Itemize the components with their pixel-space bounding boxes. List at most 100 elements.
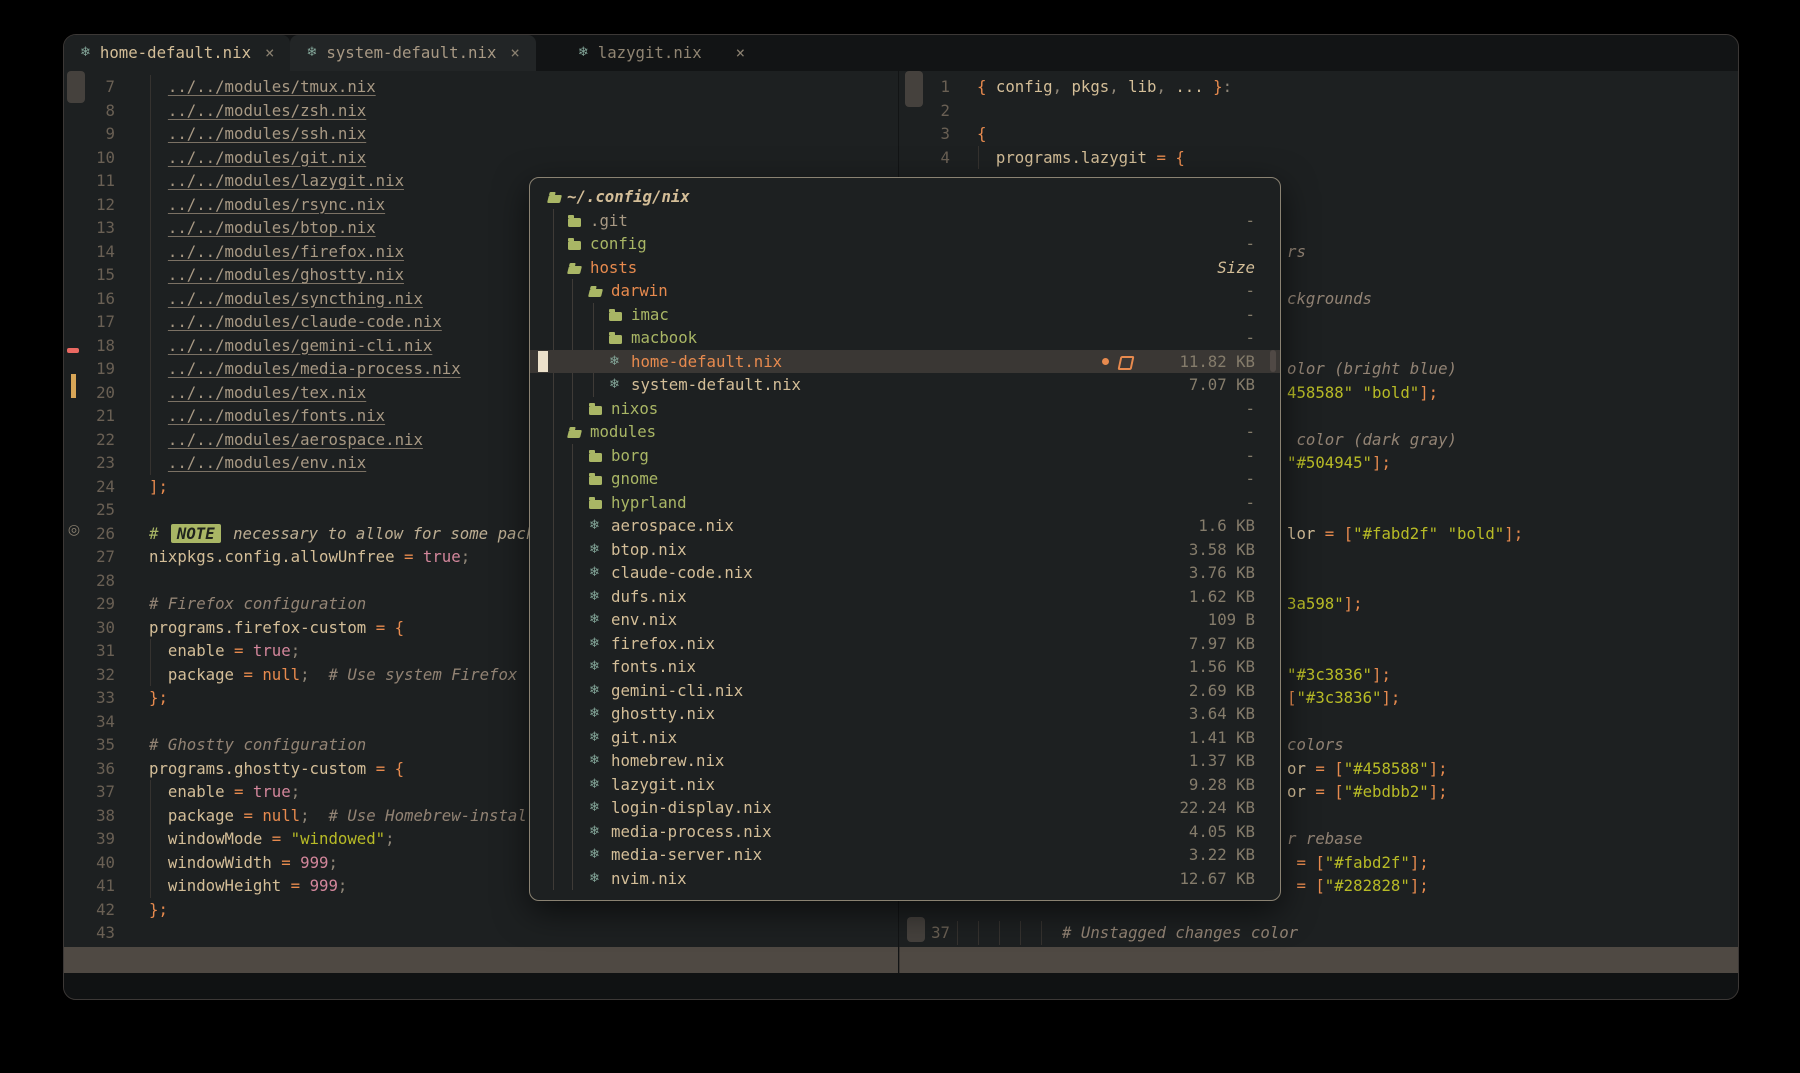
tree-item-size: - — [1246, 491, 1255, 515]
tree-item-btop-nix[interactable]: ❄btop.nix3.58 KB — [530, 538, 1280, 562]
tree-item-modules[interactable]: modules- — [530, 420, 1280, 444]
tree-item-firefox-nix[interactable]: ❄firefox.nix7.97 KB — [530, 632, 1280, 656]
tree-item-gemini-cli-nix[interactable]: ❄gemini-cli.nix2.69 KB — [530, 679, 1280, 703]
folder-open-icon — [567, 266, 582, 274]
open-buffer-icon — [1118, 356, 1135, 370]
tree-item-darwin[interactable]: darwin- — [530, 279, 1280, 303]
line-number: 18 — [64, 334, 115, 358]
tree-item-label: system-default.nix — [631, 373, 801, 397]
nix-snowflake-icon: ❄ — [306, 35, 317, 71]
tab-system-default-nix[interactable]: ❄system-default.nix × — [290, 35, 535, 71]
tree-item-label: nvim.nix — [611, 867, 687, 891]
nix-snowflake-icon: ❄ — [80, 35, 91, 71]
line-number: 4 — [899, 146, 950, 170]
tree-item-label: config — [590, 232, 647, 256]
git-removed-lines-mark — [67, 348, 79, 353]
tree-item-config[interactable]: config - — [530, 232, 1280, 256]
tree-item-borg[interactable]: borg- — [530, 444, 1280, 468]
tree-item-size: 9.28 KB — [1189, 773, 1255, 797]
tree-item-size: - — [1246, 303, 1255, 327]
folder-icon — [568, 218, 581, 227]
code-line[interactable]: 43 — [64, 921, 898, 945]
tree-item-label: dufs.nix — [611, 585, 687, 609]
tree-item-label: login-display.nix — [611, 796, 772, 820]
line-number: 16 — [64, 287, 115, 311]
line-number: 17 — [64, 310, 115, 334]
tree-item-fonts-nix[interactable]: ❄fonts.nix1.56 KB — [530, 655, 1280, 679]
modified-dot-icon — [1102, 358, 1109, 365]
tree-item-homebrew-nix[interactable]: ❄homebrew.nix1.37 KB — [530, 749, 1280, 773]
tree-item-nvim-nix[interactable]: ❄nvim.nix12.67 KB — [530, 867, 1280, 891]
left-scrollbar-thumb[interactable] — [67, 71, 85, 103]
neotree-root-path: ~/.config/nix — [567, 185, 690, 209]
tree-item-imac[interactable]: imac- — [530, 303, 1280, 327]
line-number: 23 — [64, 451, 115, 475]
line-number: 32 — [64, 663, 115, 687]
tree-item-system-default-nix[interactable]: ❄system-default.nix7.07 KB — [530, 373, 1280, 397]
tree-item-env-nix[interactable]: ❄env.nix109 B — [530, 608, 1280, 632]
nix-file-icon: ❄ — [589, 796, 600, 820]
nix-file-icon: ❄ — [589, 561, 600, 585]
tree-item-media-process-nix[interactable]: ❄media-process.nix4.05 KB — [530, 820, 1280, 844]
tree-item-label: aerospace.nix — [611, 514, 734, 538]
neotree-popup[interactable]: ~/.config/nix Size .git-config-hosts-dar… — [529, 177, 1281, 901]
tree-item--git[interactable]: .git- — [530, 209, 1280, 233]
line-number: 39 — [64, 827, 115, 851]
tree-item-size: - — [1246, 256, 1255, 280]
close-icon[interactable]: × — [510, 35, 519, 71]
code-line[interactable]: 7 ../../modules/tmux.nix — [64, 75, 898, 99]
tree-item-ghostty-nix[interactable]: ❄ghostty.nix3.64 KB — [530, 702, 1280, 726]
nix-file-icon: ❄ — [589, 726, 600, 750]
nix-file-icon: ❄ — [589, 843, 600, 867]
tree-item-nixos[interactable]: nixos- — [530, 397, 1280, 421]
code-line[interactable]: 4 programs.lazygit = { — [899, 146, 1738, 170]
nix-file-icon: ❄ — [589, 538, 600, 562]
tree-item-home-default-nix[interactable]: ❄home-default.nix11.82 KB — [530, 350, 1280, 374]
tab-lazygit-nix[interactable]: ❄lazygit.nix× — [562, 35, 761, 71]
tree-item-macbook[interactable]: macbook- — [530, 326, 1280, 350]
tree-item-size: 4.05 KB — [1189, 820, 1255, 844]
tab-label: system-default.nix — [326, 35, 496, 71]
close-icon[interactable]: × — [265, 35, 274, 71]
tree-item-hyprland[interactable]: hyprland- — [530, 491, 1280, 515]
tree-item-gnome[interactable]: gnome- — [530, 467, 1280, 491]
right-scrollbar-thumb[interactable] — [905, 71, 923, 107]
tree-item-hosts[interactable]: hosts- — [530, 256, 1280, 280]
tree-item-login-display-nix[interactable]: ❄login-display.nix22.24 KB — [530, 796, 1280, 820]
line-number: 41 — [64, 874, 115, 898]
code-line[interactable]: 10 ../../modules/git.nix — [64, 146, 898, 170]
tree-item-label: media-server.nix — [611, 843, 762, 867]
line-number: 42 — [64, 898, 115, 922]
line-number: 38 — [64, 804, 115, 828]
indent-guide — [957, 921, 958, 945]
tree-item-media-server-nix[interactable]: ❄media-server.nix3.22 KB — [530, 843, 1280, 867]
tree-item-label: darwin — [611, 279, 668, 303]
code-line[interactable]: 1{ config, pkgs, lib, ... }: — [899, 75, 1738, 99]
code-line[interactable]: 37 # Unstagged changes color — [899, 921, 1738, 945]
tree-item-size: 1.62 KB — [1189, 585, 1255, 609]
tab-home-default-nix[interactable]: ❄home-default.nix × — [64, 35, 290, 71]
line-number: 9 — [64, 122, 115, 146]
tree-item-claude-code-nix[interactable]: ❄claude-code.nix3.76 KB — [530, 561, 1280, 585]
command-line[interactable]: :Neotree toggle reveal 8,1 Top — [64, 973, 1738, 999]
tree-item-size: 12.67 KB — [1179, 867, 1255, 891]
tab-label: home-default.nix — [100, 35, 251, 71]
code-line[interactable]: 3{ — [899, 122, 1738, 146]
tree-item-dufs-nix[interactable]: ❄dufs.nix1.62 KB — [530, 585, 1280, 609]
tree-item-size: 1.41 KB — [1189, 726, 1255, 750]
nix-file-icon: ❄ — [589, 773, 600, 797]
tree-item-aerospace-nix[interactable]: ❄aerospace.nix1.6 KB — [530, 514, 1280, 538]
command-text: :Neotree toggle reveal — [69, 999, 277, 1000]
neotree-root-row[interactable]: ~/.config/nix Size — [530, 185, 1280, 209]
tree-item-label: btop.nix — [611, 538, 687, 562]
terminal-window: ❄home-default.nix×❄system-default.nix×❄l… — [63, 34, 1739, 1000]
close-icon[interactable]: × — [736, 35, 745, 71]
tree-item-lazygit-nix[interactable]: ❄lazygit.nix9.28 KB — [530, 773, 1280, 797]
tree-item-size: - — [1246, 232, 1255, 256]
code-line[interactable]: 2 — [899, 99, 1738, 123]
code-line[interactable]: 9 ../../modules/ssh.nix — [64, 122, 898, 146]
tree-item-git-nix[interactable]: ❄git.nix1.41 KB — [530, 726, 1280, 750]
tree-item-size: 3.64 KB — [1189, 702, 1255, 726]
code-line[interactable]: 42}; — [64, 898, 898, 922]
code-line[interactable]: 8 ../../modules/zsh.nix — [64, 99, 898, 123]
